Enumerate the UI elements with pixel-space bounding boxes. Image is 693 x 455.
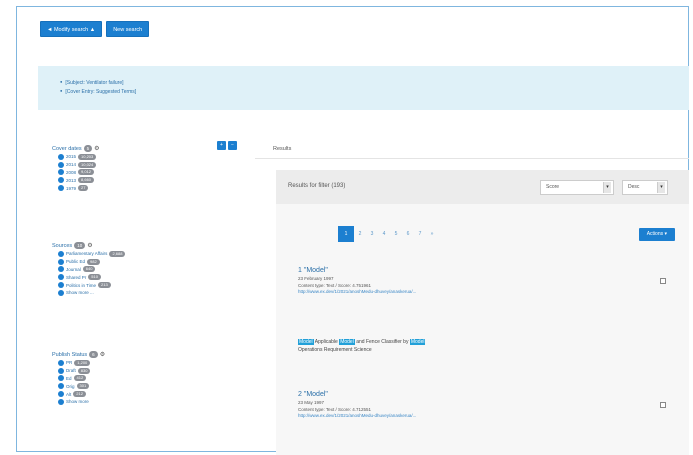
add-filter-icon[interactable] (58, 274, 64, 281)
result-url-link[interactable]: http://www.ex.dev/1/2021/anoshMedu-dhuve… (298, 413, 678, 420)
results-panel-header: Results for filter (193) Score ▾ Desc ▾ (276, 170, 689, 204)
order-select[interactable]: Desc ▾ (622, 180, 668, 195)
facet-item[interactable]: Orig 301 (52, 382, 105, 390)
results-panel: Results for filter (193) Score ▾ Desc ▾ … (276, 170, 689, 455)
facet-item[interactable]: 2013 8,660 (52, 176, 100, 184)
new-search-button[interactable]: New search (106, 21, 150, 37)
show-more-link[interactable]: Show more ... (52, 289, 125, 297)
gear-icon[interactable]: ⚙ (87, 242, 92, 249)
page-link[interactable]: 2 (354, 228, 366, 240)
add-filter-icon[interactable] (58, 398, 64, 405)
facet-cover-dates: Cover dates 5 ⚙ 2015 10,203 2014 10,024 20… (52, 144, 100, 192)
result-snippet: Model Applicable Model and Fence Classif… (298, 339, 426, 353)
add-filter-icon[interactable] (58, 169, 64, 176)
facet-title: Sources (52, 242, 73, 249)
page-link[interactable]: 1 (338, 226, 354, 242)
gear-icon[interactable]: ⚙ (94, 145, 99, 152)
sort-select[interactable]: Score ▾ (540, 180, 614, 195)
actions-dropdown-button[interactable]: Actions ▾ (638, 228, 675, 241)
facet-count: 6 (89, 351, 98, 358)
facet-item[interactable]: PR 1,200 (52, 359, 105, 367)
next-page-link[interactable]: » (426, 228, 438, 240)
add-filter-icon[interactable] (58, 391, 64, 398)
add-filter-icon[interactable] (58, 185, 64, 192)
facet-publish-status: Publish Status 6 ⚙ PR 1,200 Draft 830 Ed 41… (52, 350, 105, 406)
facet-item[interactable]: Politics in Time 213 (52, 281, 125, 289)
facet-toggle-buttons: + − (217, 141, 237, 150)
add-filter-icon[interactable] (58, 383, 64, 390)
facet-count: 5 (83, 145, 93, 152)
results-tab[interactable]: Results (273, 146, 291, 152)
facet-item[interactable]: Alt 212 (52, 390, 105, 398)
add-filter-icon[interactable] (58, 359, 64, 366)
search-criteria-box: [Subject: Ventilator failure] [Cover Ent… (38, 66, 689, 110)
tab-divider (255, 158, 689, 159)
result-checkbox[interactable] (660, 278, 666, 284)
add-filter-icon[interactable] (58, 266, 64, 273)
facet-item[interactable]: Journal 640 (52, 266, 125, 274)
facet-item[interactable]: Draft 830 (52, 367, 105, 375)
add-filter-icon[interactable] (58, 177, 64, 184)
chevron-down-icon: ▾ (603, 182, 611, 193)
criteria-item[interactable]: [Cover Entry: Suggested Terms] (60, 87, 689, 96)
result-checkbox[interactable] (660, 402, 666, 408)
facet-item[interactable]: 2014 10,024 (52, 161, 100, 169)
chevron-down-icon: ▾ (657, 182, 665, 193)
facet-item[interactable]: 2015 10,203 (52, 153, 100, 161)
facet-item[interactable]: 1979 27 (52, 184, 100, 192)
show-more-link[interactable]: Show more (52, 398, 105, 406)
result-item: 1 "Model" 23 February 1997 Content type:… (298, 266, 678, 296)
add-filter-icon[interactable] (58, 375, 64, 382)
result-title-link[interactable]: 1 "Model" (298, 266, 678, 276)
add-filter-icon[interactable] (58, 153, 64, 160)
add-filter-icon[interactable] (58, 289, 64, 296)
add-filter-icon[interactable] (58, 250, 64, 257)
collapse-all-button[interactable]: − (228, 141, 237, 150)
add-filter-icon[interactable] (58, 161, 64, 168)
page-link[interactable]: 4 (378, 228, 390, 240)
expand-all-button[interactable]: + (217, 141, 226, 150)
gear-icon[interactable]: ⚙ (100, 351, 105, 358)
pagination: 1 2 3 4 5 6 7 » (338, 226, 438, 242)
result-item: 2 "Model" 23 May 1997 Content type: Text… (298, 390, 678, 420)
facet-item[interactable]: Shared Pr 510 (52, 273, 125, 281)
add-filter-icon[interactable] (58, 258, 64, 265)
page-link[interactable]: 7 (414, 228, 426, 240)
page-link[interactable]: 3 (366, 228, 378, 240)
page-link[interactable]: 6 (402, 228, 414, 240)
result-title-link[interactable]: 2 "Model" (298, 390, 678, 400)
facet-item[interactable]: 2008 9,012 (52, 169, 100, 177)
facet-item[interactable]: Parliamentary Affairs 2,688 (52, 250, 126, 258)
add-filter-icon[interactable] (58, 282, 64, 289)
results-count-title: Results for filter (193) (288, 183, 346, 189)
facet-sources: Sources 10 ⚙ Parliamentary Affairs 2,688 … (52, 241, 126, 297)
facet-title: Publish Status (52, 351, 88, 358)
facet-item[interactable]: Ed 412 (52, 375, 105, 383)
page-link[interactable]: 5 (390, 228, 402, 240)
add-filter-icon[interactable] (58, 367, 64, 374)
facet-title: Cover dates (52, 145, 82, 152)
top-button-bar: ◄ Modify search ▲ New search (40, 21, 150, 37)
result-url-link[interactable]: http://www.ex.dev/1/2021/anoshMedu-dhuve… (298, 289, 678, 296)
facet-item[interactable]: Public Ed 982 (52, 258, 125, 266)
facet-count: 10 (74, 242, 86, 249)
criteria-item[interactable]: [Subject: Ventilator failure] (60, 78, 689, 87)
modify-search-button[interactable]: ◄ Modify search ▲ (40, 21, 103, 37)
